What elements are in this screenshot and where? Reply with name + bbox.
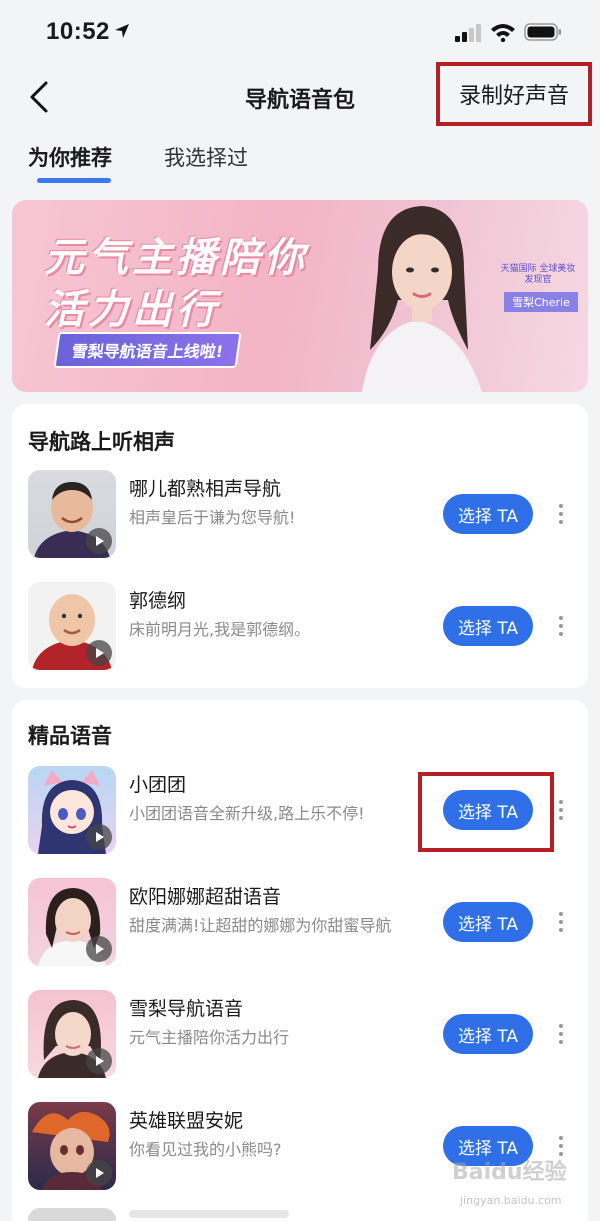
list-item[interactable]: 小团团 小团团语音全新升级,路上乐不停! 选择 TA — [12, 764, 588, 856]
section-crosstalk: 导航路上听相声 哪儿都熟相声导航 相声皇后于谦为您导航! 选择 TA 郭德纲 床… — [12, 404, 588, 688]
play-icon[interactable] — [86, 640, 112, 666]
record-voice-button[interactable]: 录制好声音 — [436, 62, 592, 126]
item-name: 郭德纲 — [129, 590, 187, 612]
select-voice-button[interactable]: 选择 TA — [443, 494, 533, 534]
tab-bar: 为你推荐 我选择过 — [0, 138, 600, 190]
item-name: 欧阳娜娜超甜语音 — [129, 886, 282, 908]
play-icon[interactable] — [86, 936, 112, 962]
play-icon[interactable] — [86, 824, 112, 850]
tab-active-indicator — [37, 178, 111, 183]
promo-banner[interactable]: 元气主播陪你 活力出行 雪梨导航语音上线啦! 天猫国际 全球美妆发现官 雪梨Ch… — [12, 200, 588, 392]
item-name: 雪梨导航语音 — [129, 998, 244, 1020]
item-description: 小团团语音全新升级,路上乐不停! — [129, 804, 365, 823]
tab-selected-before[interactable]: 我选择过 — [164, 142, 248, 172]
avatar — [28, 1102, 116, 1190]
avatar — [28, 470, 116, 558]
item-description: 元气主播陪你活力出行 — [129, 1028, 290, 1047]
status-time: 10:52 — [46, 18, 110, 45]
select-voice-button[interactable]: 选择 TA — [443, 1014, 533, 1054]
list-item[interactable]: 雪梨导航语音 元气主播陪你活力出行 选择 TA — [12, 988, 588, 1080]
list-item[interactable]: 郭德纲 床前明月光,我是郭德纲。 选择 TA — [12, 580, 588, 672]
section-title: 精品语音 — [28, 724, 112, 748]
item-description: 床前明月光,我是郭德纲。 — [129, 620, 311, 639]
avatar — [28, 1208, 116, 1221]
location-arrow-icon — [115, 24, 129, 38]
list-item[interactable]: 欧阳娜娜超甜语音 甜度满满!让超甜的娜娜为你甜蜜导航 选择 TA — [12, 876, 588, 968]
watermark-url: jingyan.baidu.com — [460, 1194, 562, 1207]
avatar — [28, 990, 116, 1078]
item-description: 相声皇后于谦为您导航! — [129, 508, 296, 527]
more-options-icon[interactable] — [554, 796, 568, 824]
item-name: 哪儿都熟相声导航 — [129, 478, 282, 500]
wifi-icon — [491, 24, 515, 42]
cellular-signal-icon — [455, 24, 481, 42]
section-premium-voices: 精品语音 小团团 小团团语音全新升级,路上乐不停! 选择 TA 欧阳娜娜超甜语音… — [12, 700, 588, 1221]
item-description: 你看见过我的小熊吗? — [129, 1140, 282, 1159]
more-options-icon[interactable] — [554, 500, 568, 528]
select-voice-button[interactable]: 选择 TA — [443, 606, 533, 646]
avatar — [28, 766, 116, 854]
banner-title-line1: 元气主播陪你 — [44, 235, 308, 281]
highlight-annotation-box — [418, 772, 554, 852]
avatar — [28, 582, 116, 670]
banner-title-line2: 活力出行 — [44, 287, 220, 333]
banner-badge-name: 雪梨Cherie — [504, 292, 578, 312]
more-options-icon[interactable] — [554, 908, 568, 936]
section-title: 导航路上听相声 — [28, 430, 175, 454]
play-icon[interactable] — [86, 1160, 112, 1186]
tab-recommended[interactable]: 为你推荐 — [28, 142, 112, 172]
nav-bar: 导航语音包 录制好声音 — [0, 62, 600, 128]
item-name: 小团团 — [129, 774, 187, 796]
item-name: 英雄联盟安妮 — [129, 1110, 244, 1132]
item-name-placeholder — [129, 1210, 289, 1218]
more-options-icon[interactable] — [554, 1020, 568, 1048]
list-item[interactable]: 哪儿都熟相声导航 相声皇后于谦为您导航! 选择 TA — [12, 468, 588, 560]
play-icon[interactable] — [86, 1048, 112, 1074]
banner-host-portrait — [362, 206, 482, 392]
battery-icon — [524, 23, 561, 41]
select-voice-button[interactable]: 选择 TA — [443, 902, 533, 942]
watermark: Baidu经验 — [452, 1160, 567, 1185]
avatar — [28, 878, 116, 966]
more-options-icon[interactable] — [554, 612, 568, 640]
status-bar: 10:52 — [0, 0, 600, 66]
item-description: 甜度满满!让超甜的娜娜为你甜蜜导航 — [129, 916, 392, 935]
banner-badge: 天猫国际 全球美妆发现官 雪梨Cherie — [498, 260, 578, 316]
banner-title: 元气主播陪你 活力出行 — [44, 232, 308, 336]
banner-badge-subtitle: 天猫国际 全球美妆发现官 — [500, 264, 576, 285]
play-icon[interactable] — [86, 528, 112, 554]
banner-tag: 雪梨导航语音上线啦! — [53, 332, 242, 368]
